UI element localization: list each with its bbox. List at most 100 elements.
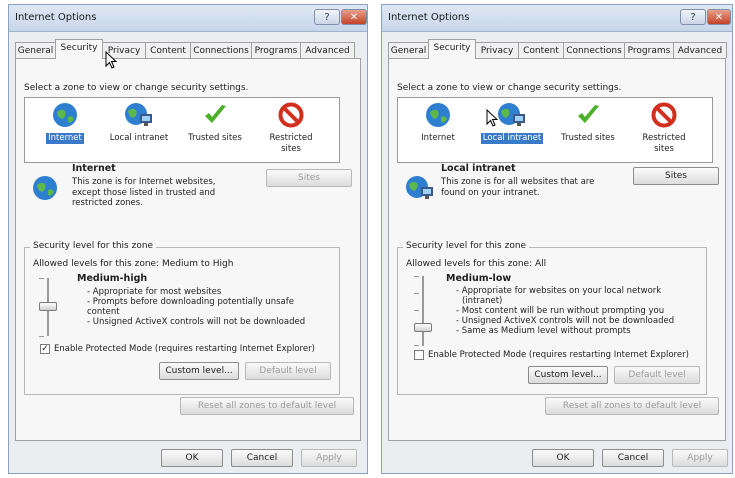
sites-button[interactable]: Sites [266, 169, 352, 187]
allowed-levels: Allowed levels for this zone: Medium to … [33, 259, 234, 269]
title-bar[interactable]: Internet Options ? ✕ [382, 5, 732, 32]
tab-advanced[interactable]: Advanced [300, 42, 355, 58]
security-slider-thumb[interactable] [414, 323, 432, 332]
globe-icon [426, 103, 450, 127]
help-button[interactable]: ? [314, 9, 340, 25]
slider-tick [414, 345, 419, 346]
internet-options-window-intranet: Internet Options ? ✕ General Security Pr… [381, 4, 733, 474]
slider-tick [414, 293, 419, 294]
level-bullet: - Appropriate for websites on your local… [456, 286, 662, 296]
zone-trusted-sites[interactable]: Trusted sites [177, 102, 253, 144]
slider-tick [39, 278, 44, 279]
zone-internet[interactable]: Internet [27, 102, 103, 144]
close-button[interactable]: ✕ [341, 9, 367, 25]
window-title: Internet Options [15, 12, 97, 23]
level-bullet: content [87, 307, 120, 317]
security-level-group: Security level for this zone Allowed lev… [397, 241, 707, 395]
tab-general[interactable]: General [15, 42, 56, 58]
slider-tick [414, 276, 419, 277]
title-bar[interactable]: Internet Options ? ✕ [9, 5, 367, 32]
zone-label: Internet [421, 133, 455, 143]
zone-list: Internet Local intranet Trusted sites Re… [397, 97, 713, 163]
tab-advanced[interactable]: Advanced [673, 42, 727, 58]
tab-connections[interactable]: Connections [563, 42, 625, 58]
globe-icon [53, 103, 77, 127]
zone-label: Restricted sites [269, 133, 313, 154]
dialog-footer: OK Cancel Apply [9, 441, 367, 473]
level-bullet: - Unsigned ActiveX controls will not be … [87, 317, 306, 327]
level-name: Medium-high [77, 273, 148, 284]
checkmark-icon [205, 105, 226, 123]
internet-options-window-internet: Internet Options ? ✕ General Security Pr… [8, 4, 368, 474]
custom-level-button[interactable]: Custom level... [159, 362, 239, 380]
slider-tick [39, 336, 44, 337]
ok-button[interactable]: OK [161, 449, 223, 467]
allowed-levels: Allowed levels for this zone: All [406, 259, 547, 269]
sites-button[interactable]: Sites [633, 167, 719, 185]
tab-programs[interactable]: Programs [251, 42, 301, 58]
level-bullet: - Most content will be run without promp… [456, 306, 665, 316]
reset-all-zones-button[interactable]: Reset all zones to default level [545, 397, 719, 415]
protected-mode-checkbox[interactable]: ✓ [40, 344, 50, 354]
zone-label: Local intranet [480, 133, 544, 144]
window-title: Internet Options [388, 12, 470, 23]
restricted-icon [651, 102, 677, 128]
zone-trusted-sites[interactable]: Trusted sites [550, 102, 626, 144]
default-level-button[interactable]: Default level [245, 362, 331, 380]
zone-label: Restricted sites [642, 133, 686, 154]
zone-prompt: Select a zone to view or change security… [397, 83, 622, 93]
security-slider-thumb[interactable] [39, 302, 57, 311]
apply-button[interactable]: Apply [672, 449, 728, 467]
cancel-button[interactable]: Cancel [602, 449, 664, 467]
level-bullet: - Unsigned ActiveX controls will not be … [456, 316, 675, 326]
tab-privacy[interactable]: Privacy [475, 42, 519, 58]
zone-internet[interactable]: Internet [400, 102, 476, 144]
group-label: Security level for this zone [30, 241, 157, 251]
level-bullet: - Same as Medium level without prompts [456, 326, 631, 336]
default-level-button[interactable]: Default level [614, 366, 700, 384]
intranet-icon [125, 103, 152, 126]
cancel-button[interactable]: Cancel [231, 449, 293, 467]
mouse-cursor-icon [486, 109, 499, 127]
restricted-icon [278, 102, 304, 128]
zone-local-intranet[interactable]: Local intranet [101, 102, 177, 144]
protected-mode-checkbox[interactable] [414, 350, 424, 360]
tab-content[interactable]: Content [518, 42, 564, 58]
zone-restricted-sites[interactable]: Restricted sites [626, 102, 702, 155]
security-level-group: Security level for this zone Allowed lev… [24, 241, 340, 395]
reset-all-zones-button[interactable]: Reset all zones to default level [180, 397, 354, 415]
close-button[interactable]: ✕ [707, 9, 731, 25]
zone-label: Trusted sites [561, 133, 615, 143]
zone-prompt: Select a zone to view or change security… [24, 83, 249, 93]
custom-level-button[interactable]: Custom level... [528, 366, 608, 384]
zone-restricted-sites[interactable]: Restricted sites [253, 102, 329, 155]
zone-list: Internet Local intranet Trusted sites Re… [24, 97, 340, 163]
tab-security[interactable]: Security [55, 39, 103, 59]
zone-description: This zone is for all websites that are f… [441, 177, 595, 198]
zone-label: Trusted sites [188, 133, 242, 143]
protected-mode-label: Enable Protected Mode (requires restarti… [428, 350, 689, 360]
tab-content[interactable]: Content [145, 42, 191, 58]
zone-heading: Internet [72, 163, 116, 174]
tab-security[interactable]: Security [428, 39, 476, 59]
intranet-icon [498, 103, 525, 126]
dialog-footer: OK Cancel Apply [382, 441, 732, 473]
mouse-cursor-icon [105, 51, 118, 69]
help-button[interactable]: ? [680, 9, 706, 25]
zone-label: Internet [46, 133, 84, 144]
apply-button[interactable]: Apply [301, 449, 357, 467]
tab-general[interactable]: General [388, 42, 429, 58]
level-bullet: - Prompts before downloading potentially… [87, 297, 294, 307]
slider-tick [414, 310, 419, 311]
tab-connections[interactable]: Connections [190, 42, 252, 58]
intranet-icon [406, 176, 433, 199]
ok-button[interactable]: OK [532, 449, 594, 467]
globe-icon [33, 176, 57, 200]
level-name: Medium-low [446, 273, 512, 284]
group-label: Security level for this zone [403, 241, 530, 251]
level-bullet: (intranet) [462, 296, 503, 306]
zone-label: Local intranet [109, 133, 169, 143]
protected-mode-label: Enable Protected Mode (requires restarti… [54, 344, 315, 354]
tab-programs[interactable]: Programs [624, 42, 674, 58]
security-panel: Select a zone to view or change security… [388, 58, 726, 441]
